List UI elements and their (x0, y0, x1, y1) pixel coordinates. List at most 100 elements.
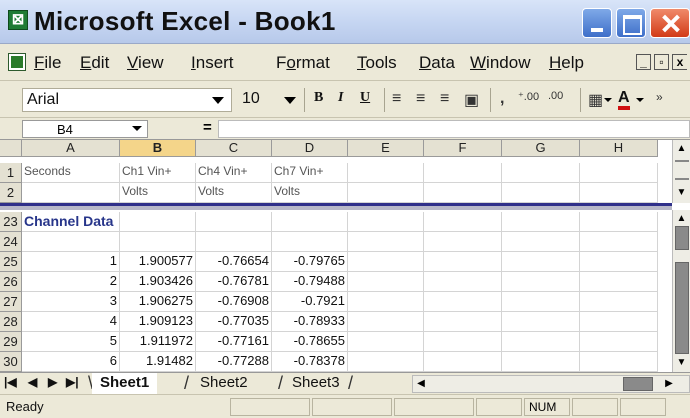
font-name-arrow-icon[interactable] (212, 97, 224, 104)
horizontal-scrollbar[interactable]: ◀ ▶ (412, 375, 690, 393)
cell[interactable] (580, 352, 658, 372)
cell[interactable] (272, 212, 348, 232)
close-button[interactable] (650, 8, 690, 38)
next-sheet-button[interactable]: ▶ (48, 375, 57, 389)
cell[interactable]: 5 (22, 332, 120, 352)
cell[interactable] (22, 232, 120, 252)
cell[interactable] (348, 252, 424, 272)
cell[interactable] (120, 232, 196, 252)
cell[interactable]: 1.900577 (120, 252, 196, 272)
cell[interactable]: -0.76908 (196, 292, 272, 312)
row-header[interactable]: 2 (0, 183, 22, 203)
cell[interactable]: Volts (196, 183, 272, 203)
row-header[interactable]: 27 (0, 292, 22, 312)
mdi-restore-button[interactable]: ▫ (654, 54, 669, 70)
menu-item[interactable]: Insert (191, 53, 234, 73)
cell[interactable] (502, 183, 580, 203)
cell[interactable] (348, 272, 424, 292)
cell[interactable] (348, 292, 424, 312)
font-color-arrow-icon[interactable] (636, 98, 644, 102)
cell[interactable] (424, 183, 502, 203)
excel-app-icon[interactable]: ⊠ (8, 10, 28, 30)
row-header[interactable]: 25 (0, 252, 22, 272)
font-size-arrow-icon[interactable] (284, 97, 296, 104)
last-sheet-button[interactable]: ▶| (66, 375, 79, 389)
mdi-close-button[interactable]: x (672, 54, 687, 70)
column-header[interactable]: G (502, 140, 580, 157)
formula-input[interactable] (218, 120, 690, 138)
scroll-track-shaded[interactable] (675, 262, 689, 354)
top-pane-vertical-scrollbar[interactable]: ▲ ▼ (672, 140, 690, 203)
cell[interactable] (348, 212, 424, 232)
select-all-corner[interactable] (0, 140, 22, 157)
cell[interactable] (424, 272, 502, 292)
maximize-button[interactable] (616, 8, 646, 38)
scroll-up-button[interactable]: ▲ (673, 140, 690, 157)
cell[interactable] (196, 232, 272, 252)
cell[interactable] (424, 252, 502, 272)
cell[interactable] (272, 232, 348, 252)
scroll-left-button[interactable]: ◀ (413, 376, 429, 392)
cell[interactable] (348, 183, 424, 203)
align-left-icon[interactable]: ≡ (392, 90, 401, 108)
menu-item[interactable]: Window (470, 53, 530, 73)
cell[interactable]: 1 (22, 252, 120, 272)
cell[interactable] (502, 352, 580, 372)
row-header[interactable]: 1 (0, 163, 22, 183)
cell[interactable] (580, 212, 658, 232)
name-box[interactable]: B4 (22, 120, 148, 138)
cell[interactable]: 4 (22, 312, 120, 332)
row-header[interactable]: 24 (0, 232, 22, 252)
cell[interactable] (580, 232, 658, 252)
decrease-decimal-button[interactable]: .00 (548, 90, 563, 102)
cell[interactable] (502, 163, 580, 183)
first-sheet-button[interactable]: |◀ (4, 375, 17, 389)
underline-button[interactable]: U (360, 90, 370, 106)
column-header[interactable]: H (580, 140, 658, 157)
cell[interactable] (424, 212, 502, 232)
comma-style-button[interactable]: , (500, 90, 504, 108)
cell[interactable]: Volts (120, 183, 196, 203)
cell[interactable]: -0.7921 (272, 292, 348, 312)
cell[interactable]: Volts (272, 183, 348, 203)
cell[interactable] (424, 352, 502, 372)
name-box-arrow-icon[interactable] (132, 126, 142, 131)
cell[interactable] (424, 232, 502, 252)
cell[interactable]: Ch1 Vin+ (120, 163, 196, 183)
bottom-pane-vertical-scrollbar[interactable]: ▲ ▼ (672, 210, 690, 372)
menu-item[interactable]: File (34, 53, 61, 73)
scroll-right-button[interactable]: ▶ (661, 376, 677, 392)
menu-item[interactable]: Data (419, 53, 455, 73)
cell[interactable] (424, 163, 502, 183)
toolbar-options-icon[interactable]: » (656, 90, 663, 104)
cell[interactable] (424, 312, 502, 332)
borders-icon[interactable]: ▦ (588, 90, 603, 110)
cell[interactable] (348, 232, 424, 252)
column-header[interactable]: A (22, 140, 120, 157)
cell[interactable]: 1.911972 (120, 332, 196, 352)
cell[interactable]: -0.77288 (196, 352, 272, 372)
scroll-up-button[interactable]: ▲ (673, 210, 690, 227)
cell[interactable] (502, 312, 580, 332)
cell[interactable] (502, 212, 580, 232)
cell[interactable]: Ch4 Vin+ (196, 163, 272, 183)
bold-button[interactable]: B (314, 90, 323, 106)
cell[interactable] (580, 272, 658, 292)
cell[interactable] (502, 232, 580, 252)
cell[interactable] (502, 272, 580, 292)
cell[interactable]: 1.91482 (120, 352, 196, 372)
font-color-button[interactable]: A (618, 90, 630, 110)
cell[interactable] (424, 332, 502, 352)
row-header[interactable]: 26 (0, 272, 22, 292)
align-right-icon[interactable]: ≡ (440, 90, 449, 108)
font-name-dropdown[interactable]: Arial (22, 88, 232, 112)
title-bar[interactable]: ⊠ Microsoft Excel - Book1 (0, 0, 690, 44)
cell[interactable]: 2 (22, 272, 120, 292)
menu-item[interactable]: Format (276, 53, 330, 73)
column-header[interactable]: E (348, 140, 424, 157)
cell[interactable]: -0.79765 (272, 252, 348, 272)
cell[interactable]: 6 (22, 352, 120, 372)
cell[interactable]: Channel Data (22, 212, 120, 232)
cell[interactable]: -0.76781 (196, 272, 272, 292)
italic-button[interactable]: I (338, 90, 343, 106)
